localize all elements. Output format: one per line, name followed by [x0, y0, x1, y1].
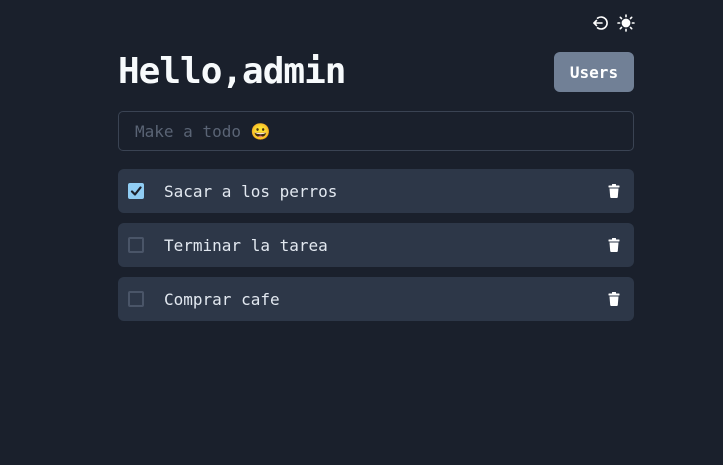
header: Hello,admin Users: [118, 52, 634, 92]
todo-text: Sacar a los perros: [164, 181, 338, 201]
top-toolbar: [591, 14, 635, 32]
logout-icon[interactable]: [591, 14, 609, 32]
todo-container: Hello,admin Users Sacar a los perros: [118, 52, 634, 321]
trash-icon[interactable]: [606, 291, 622, 307]
todo-item: Terminar la tarea: [118, 223, 634, 267]
trash-icon[interactable]: [606, 237, 622, 253]
todo-item: Comprar cafe: [118, 277, 634, 321]
todo-checkbox[interactable]: [128, 291, 144, 307]
todo-checkbox[interactable]: [128, 237, 144, 253]
todo-text: Terminar la tarea: [164, 235, 328, 255]
todo-list: Sacar a los perros Terminar la tarea Com…: [118, 169, 634, 321]
todo-input[interactable]: [118, 111, 634, 151]
todo-text: Comprar cafe: [164, 289, 280, 309]
todo-item: Sacar a los perros: [118, 169, 634, 213]
todo-checkbox[interactable]: [128, 183, 144, 199]
trash-icon[interactable]: [606, 183, 622, 199]
sun-icon[interactable]: [617, 14, 635, 32]
app-root: Hello,admin Users Sacar a los perros: [0, 0, 723, 465]
users-button[interactable]: Users: [554, 52, 634, 92]
page-title: Hello,admin: [118, 51, 346, 92]
check-icon: [130, 186, 142, 196]
